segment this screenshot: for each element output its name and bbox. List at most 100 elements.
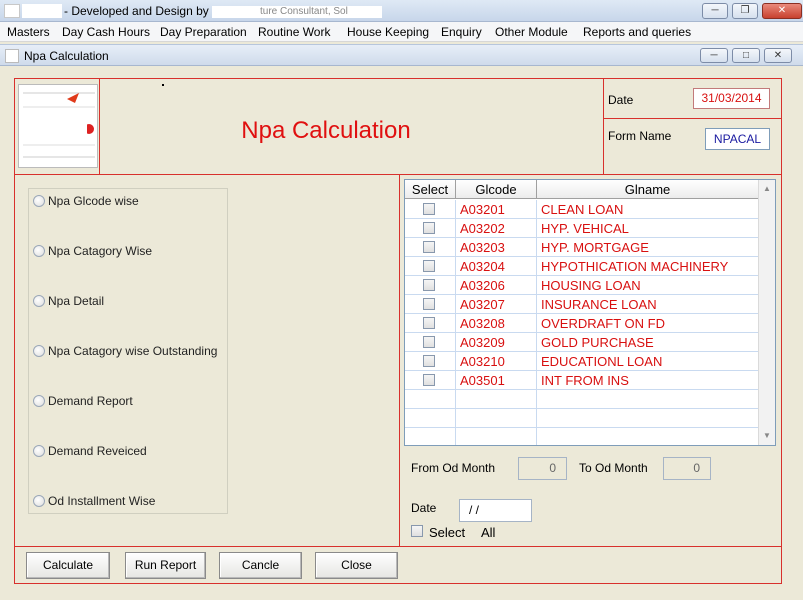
menu-masters[interactable]: Masters xyxy=(7,25,50,39)
row-select-checkbox[interactable] xyxy=(423,374,435,386)
column-header-glcode[interactable]: Glcode xyxy=(456,180,537,199)
radio-npa-catagory-wise[interactable]: Npa Catagory Wise xyxy=(33,243,152,259)
row-select-checkbox[interactable] xyxy=(423,355,435,367)
glname-cell xyxy=(537,390,759,409)
radio-demand-report[interactable]: Demand Report xyxy=(33,393,133,409)
table-row[interactable]: A03208 OVERDRAFT ON FD xyxy=(405,314,759,333)
select-cell xyxy=(405,219,456,238)
frame-line xyxy=(603,78,604,175)
company-logo xyxy=(18,84,98,168)
form-icon xyxy=(5,49,19,63)
filter-date-field[interactable]: / / xyxy=(459,499,532,522)
select-cell xyxy=(405,257,456,276)
glcode-cell xyxy=(456,390,537,409)
menu-routine-work[interactable]: Routine Work xyxy=(258,25,330,39)
menu-enquiry[interactable]: Enquiry xyxy=(441,25,482,39)
row-select-checkbox[interactable] xyxy=(423,222,435,234)
glcode-cell xyxy=(456,409,537,428)
radio-button[interactable] xyxy=(33,495,45,507)
cancle-button[interactable]: Cancle xyxy=(219,552,302,579)
table-row[interactable] xyxy=(405,390,759,409)
table-row[interactable]: A03202 HYP. VEHICAL xyxy=(405,219,759,238)
table-row[interactable]: A03209 GOLD PURCHASE xyxy=(405,333,759,352)
date-field[interactable]: 31/03/2014 xyxy=(693,88,770,109)
radio-button[interactable] xyxy=(33,245,45,257)
select-cell xyxy=(405,409,456,428)
table-row[interactable] xyxy=(405,428,759,445)
radio-label: Npa Glcode wise xyxy=(48,194,139,208)
row-select-checkbox[interactable] xyxy=(423,317,435,329)
to-od-month-field[interactable]: 0 xyxy=(663,457,711,480)
table-row[interactable]: A03206 HOUSING LOAN xyxy=(405,276,759,295)
select-cell xyxy=(405,238,456,257)
row-select-checkbox[interactable] xyxy=(423,336,435,348)
row-select-checkbox[interactable] xyxy=(423,203,435,215)
menu-house-keeping[interactable]: House Keeping xyxy=(347,25,429,39)
child-window-title: Npa Calculation xyxy=(24,49,109,63)
radio-demand-reveiced[interactable]: Demand Reveiced xyxy=(33,443,147,459)
close-window-button[interactable]: ✕ xyxy=(762,3,802,19)
column-header-select[interactable]: Select xyxy=(405,180,456,199)
scroll-up-icon[interactable]: ▲ xyxy=(760,181,774,197)
row-select-checkbox[interactable] xyxy=(423,241,435,253)
glcode-cell: A03501 xyxy=(456,371,537,390)
row-select-checkbox[interactable] xyxy=(423,260,435,272)
maximize-button[interactable]: ❐ xyxy=(732,3,758,19)
form-name-label: Form Name xyxy=(608,129,672,143)
table-row[interactable]: A03210 EDUCATIONL LOAN xyxy=(405,352,759,371)
radio-button[interactable] xyxy=(33,195,45,207)
frame-line xyxy=(14,583,782,584)
radio-button[interactable] xyxy=(33,345,45,357)
scroll-down-icon[interactable]: ▼ xyxy=(760,428,774,444)
grid-vertical-scrollbar[interactable]: ▲ ▼ xyxy=(758,180,775,445)
radio-label: Npa Catagory Wise xyxy=(48,244,153,258)
radio-label: Npa Detail xyxy=(48,294,105,308)
table-row[interactable]: A03203 HYP. MORTGAGE xyxy=(405,238,759,257)
minimize-button[interactable]: ─ xyxy=(702,3,728,19)
column-header-glname[interactable]: Glname xyxy=(537,180,759,199)
radio-npa-catagory-wise-outstanding[interactable]: Npa Catagory wise Outstanding xyxy=(33,343,217,359)
child-close-button[interactable]: ✕ xyxy=(764,48,792,63)
glcode-grid[interactable]: Select Glcode Glname A03201 CLEAN LOAN A03… xyxy=(404,179,776,446)
row-select-checkbox[interactable] xyxy=(423,298,435,310)
glname-cell xyxy=(537,409,759,428)
radio-button[interactable] xyxy=(33,395,45,407)
redacted-block xyxy=(22,4,62,18)
radio-button[interactable] xyxy=(33,295,45,307)
glname-cell: HYP. VEHICAL xyxy=(537,219,759,238)
select-all-checkbox[interactable] xyxy=(411,525,423,537)
frame-line xyxy=(14,174,782,175)
child-minimize-button[interactable]: ─ xyxy=(700,48,728,63)
table-row[interactable] xyxy=(405,409,759,428)
select-cell xyxy=(405,295,456,314)
table-row[interactable]: A03207 INSURANCE LOAN xyxy=(405,295,759,314)
select-cell xyxy=(405,352,456,371)
glname-cell: CLEAN LOAN xyxy=(537,200,759,219)
glcode-cell: A03208 xyxy=(456,314,537,333)
child-maximize-button[interactable]: □ xyxy=(732,48,760,63)
from-od-month-field[interactable]: 0 xyxy=(518,457,567,480)
close-button[interactable]: Close xyxy=(315,552,398,579)
menu-day-cash-hours[interactable]: Day Cash Hours xyxy=(62,25,150,39)
calculate-button[interactable]: Calculate xyxy=(26,552,110,579)
row-select-checkbox[interactable] xyxy=(423,279,435,291)
radio-npa-glcode-wise[interactable]: Npa Glcode wise xyxy=(33,193,139,209)
menu-other-module[interactable]: Other Module xyxy=(495,25,568,39)
select-cell xyxy=(405,276,456,295)
glname-cell xyxy=(537,428,759,445)
menu-reports-queries[interactable]: Reports and queries xyxy=(583,25,691,39)
table-row[interactable]: A03501 INT FROM INS xyxy=(405,371,759,390)
select-cell xyxy=(405,428,456,445)
radio-button[interactable] xyxy=(33,445,45,457)
select-cell xyxy=(405,200,456,219)
table-row[interactable]: A03204 HYPOTHICATION MACHINERY xyxy=(405,257,759,276)
table-row[interactable]: A03201 CLEAN LOAN xyxy=(405,200,759,219)
glname-cell: GOLD PURCHASE xyxy=(537,333,759,352)
radio-od-installment-wise[interactable]: Od Installment Wise xyxy=(33,493,155,509)
radio-npa-detail[interactable]: Npa Detail xyxy=(33,293,104,309)
glname-cell: INSURANCE LOAN xyxy=(537,295,759,314)
form-name-field[interactable]: NPACAL xyxy=(705,128,770,150)
menu-day-preparation[interactable]: Day Preparation xyxy=(160,25,247,39)
radio-label: Demand Report xyxy=(48,394,133,408)
run-report-button[interactable]: Run Report xyxy=(125,552,206,579)
